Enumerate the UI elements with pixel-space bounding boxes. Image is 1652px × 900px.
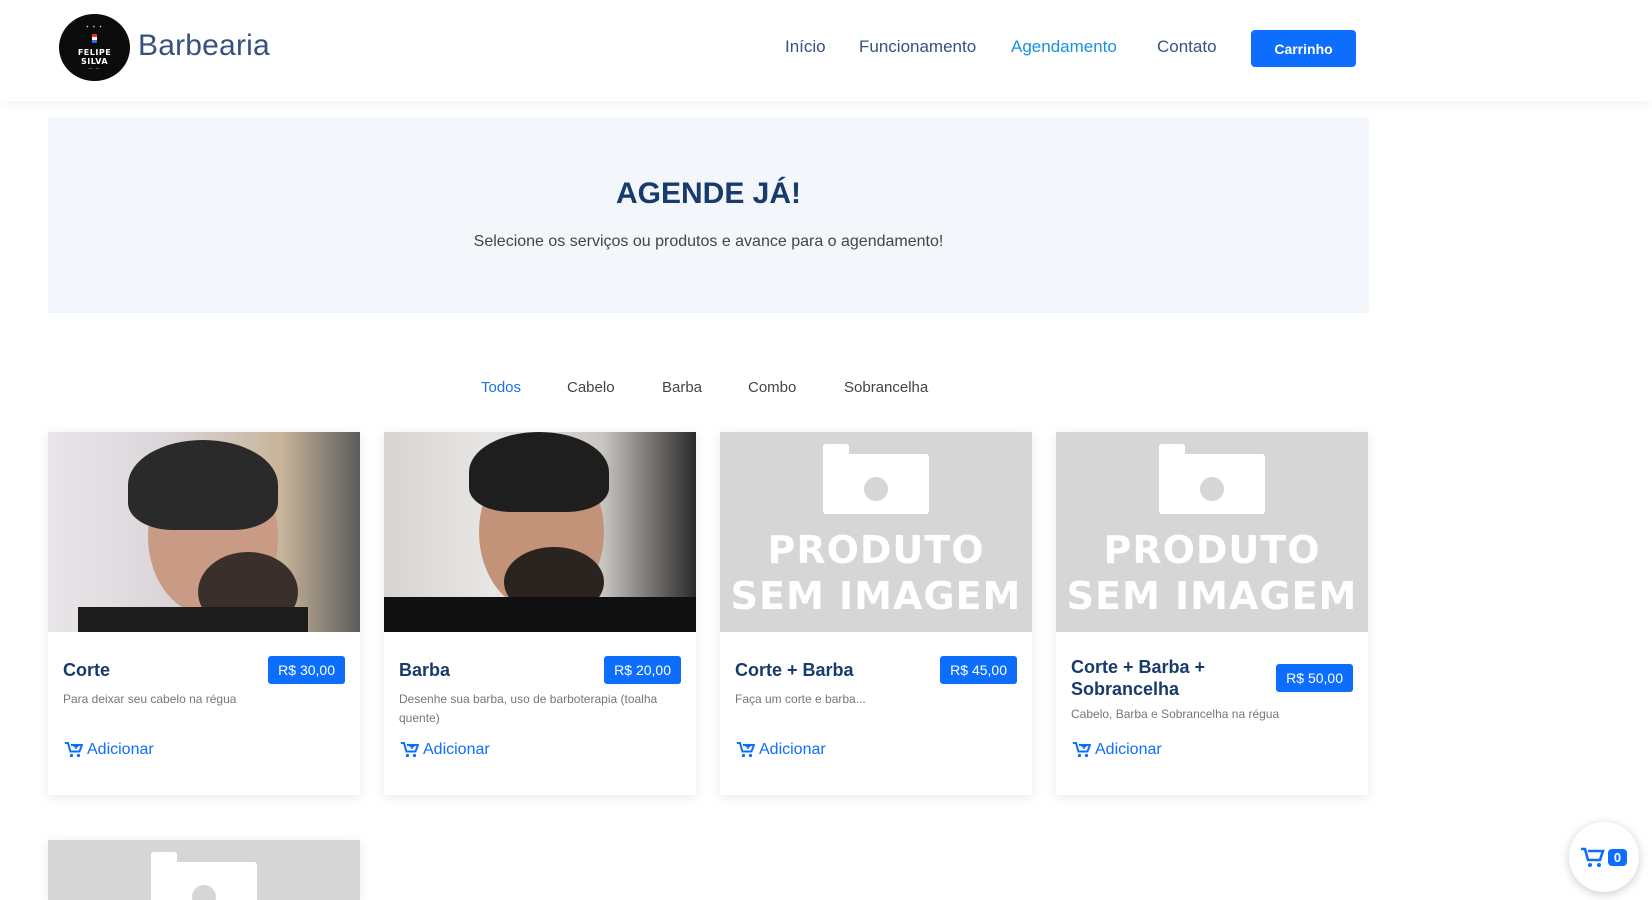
product-description: Desenhe sua barba, uso de barboterapia (… (399, 692, 658, 725)
barber-pole-icon (92, 34, 97, 43)
product-description: Para deixar seu cabelo na régua (63, 692, 237, 706)
cart-plus-icon (1073, 742, 1091, 758)
page-subtitle: Selecione os serviços ou produtos e avan… (473, 233, 944, 250)
site-header: ✦ ✦ ✦ FELIPE SILVA — — Barbearia Início … (0, 0, 1652, 101)
product-description: Faça um corte e barba... (735, 692, 866, 706)
add-label: Adicionar (1095, 741, 1162, 758)
placeholder-text: PRODUTO SEM IMAGEM (730, 528, 1022, 618)
cart-plus-icon (401, 742, 419, 758)
product-title: Corte (63, 660, 111, 680)
price-badge: R$ 20,00 (604, 656, 681, 684)
product-image-placeholder: PRODUTO SEM IMAGEM (1056, 432, 1368, 632)
product-card (48, 840, 360, 900)
filter-combo[interactable]: Combo (748, 379, 796, 396)
add-label: Adicionar (423, 741, 490, 758)
nav-funcionamento[interactable]: Funcionamento (859, 37, 976, 57)
nav-agendamento[interactable]: Agendamento (1011, 37, 1117, 57)
product-title: Barba (399, 660, 451, 680)
product-image (384, 432, 696, 632)
logo-text: FELIPE SILVA (77, 48, 112, 66)
placeholder-text: PRODUTO SEM IMAGEM (1066, 528, 1358, 618)
price-badge: R$ 45,00 (940, 656, 1017, 684)
product-card: Corte R$ 30,00 Para deixar seu cabelo na… (48, 432, 360, 795)
cart-plus-icon (65, 742, 83, 758)
cart-button[interactable]: Carrinho (1251, 30, 1356, 67)
nav-contato[interactable]: Contato (1157, 37, 1217, 57)
camera-icon (823, 444, 929, 516)
logo[interactable]: ✦ ✦ ✦ FELIPE SILVA — — (59, 14, 130, 81)
product-image-placeholder (48, 840, 360, 900)
price-badge: R$ 50,00 (1276, 664, 1353, 692)
product-card: PRODUTO SEM IMAGEM Corte + Barba R$ 45,0… (720, 432, 1032, 795)
cart-plus-icon (737, 742, 755, 758)
product-card: PRODUTO SEM IMAGEM Corte + Barba + Sobra… (1056, 432, 1368, 795)
brand-name[interactable]: Barbearia (138, 29, 270, 63)
cart-count-badge: 0 (1607, 848, 1628, 866)
logo-mark: ✦ ✦ ✦ FELIPE SILVA — — (66, 24, 124, 71)
add-button[interactable]: Adicionar (401, 741, 490, 759)
camera-icon (1159, 444, 1265, 516)
hero-section: AGENDE JÁ! Selecione os serviços ou prod… (48, 117, 1369, 313)
nav-inicio[interactable]: Início (785, 37, 826, 57)
filter-todos[interactable]: Todos (481, 379, 521, 396)
product-title: Corte + Barba + Sobrancelha (1071, 657, 1206, 699)
add-button[interactable]: Adicionar (1073, 741, 1162, 759)
product-title: Corte + Barba (735, 660, 854, 680)
floating-cart-button[interactable]: 0 (1569, 822, 1639, 892)
filter-barba[interactable]: Barba (662, 379, 702, 396)
product-card: Barba R$ 20,00 Desenhe sua barba, uso de… (384, 432, 696, 795)
filter-sobrancelha[interactable]: Sobrancelha (844, 379, 928, 396)
add-label: Adicionar (759, 741, 826, 758)
price-badge: R$ 30,00 (268, 656, 345, 684)
filter-cabelo[interactable]: Cabelo (567, 379, 615, 396)
add-label: Adicionar (87, 741, 154, 758)
product-description: Cabelo, Barba e Sobrancelha na régua (1071, 707, 1280, 721)
cart-icon (1580, 847, 1605, 867)
camera-icon (151, 852, 257, 900)
add-button[interactable]: Adicionar (65, 741, 154, 759)
product-image (48, 432, 360, 632)
product-image-placeholder: PRODUTO SEM IMAGEM (720, 432, 1032, 632)
add-button[interactable]: Adicionar (737, 741, 826, 759)
page-title: AGENDE JÁ! (615, 177, 802, 210)
